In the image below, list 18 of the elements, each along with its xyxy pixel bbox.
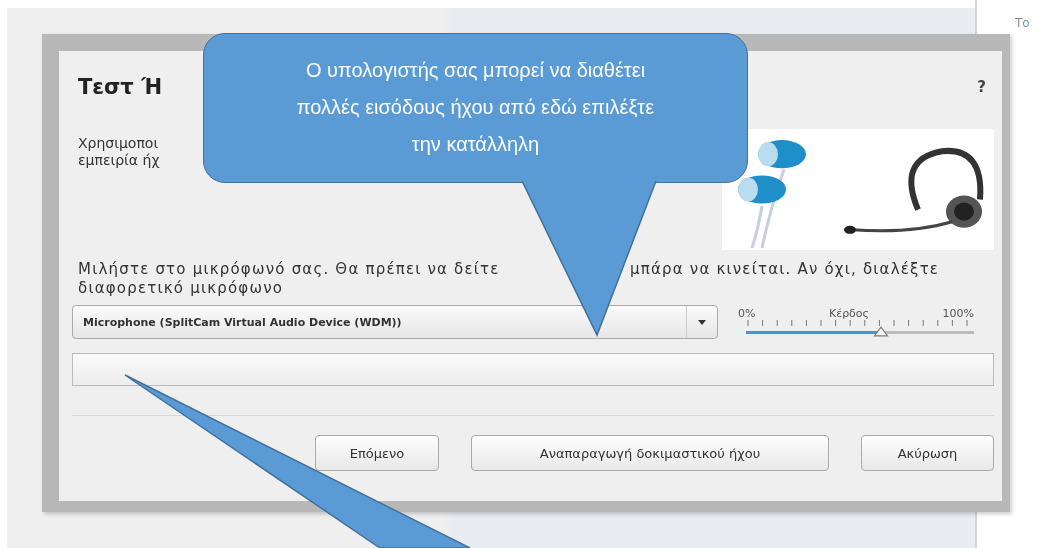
side-text: Το bbox=[1015, 16, 1030, 30]
gain-slider[interactable] bbox=[746, 326, 974, 338]
instruction-text: διαφορετικό μικρόφωνο bbox=[78, 279, 285, 298]
description-text: εμπειρία ήχ bbox=[78, 152, 160, 169]
dialog-title: Τεστ Ή bbox=[77, 75, 163, 99]
gain-min-label: 0% bbox=[738, 307, 756, 320]
help-button[interactable]: ? bbox=[977, 78, 994, 96]
description-text: Χρησιμοποι bbox=[78, 135, 160, 152]
dialog-button[interactable]: Αναπαραγωγή δοκιμαστικού ήχου bbox=[471, 435, 829, 471]
gain-max-label: 100% bbox=[942, 307, 974, 320]
caret-icon bbox=[698, 319, 706, 325]
device-dropdown[interactable]: Microphone (SplitCam Virtual Audio Device (WDM)) bbox=[72, 305, 718, 339]
dialog-button[interactable]: Επόμενο bbox=[315, 435, 439, 471]
instruction-text: Μιλήστε στο μικρόφωνό σας. Θα πρέπει να δείτε bbox=[78, 260, 501, 279]
dialog-button[interactable]: Ακύρωση bbox=[861, 435, 994, 471]
instruction-text: μπάρα να κινείται. Αν όχι, διαλέξτε bbox=[630, 260, 940, 279]
slider-thumb[interactable] bbox=[872, 326, 889, 337]
gain-label: Κέρδος bbox=[828, 307, 870, 320]
